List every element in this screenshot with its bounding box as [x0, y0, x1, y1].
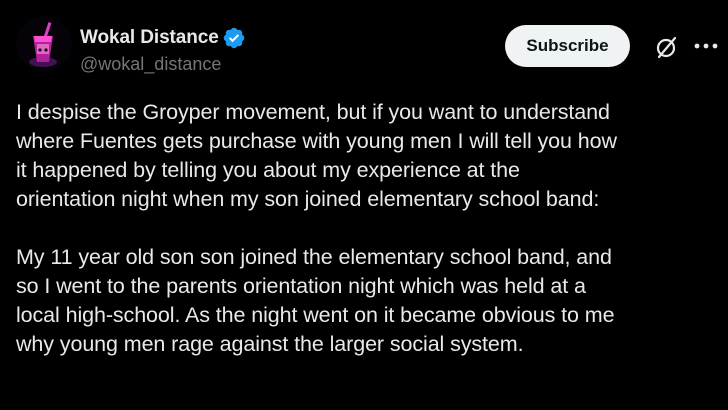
- grok-icon[interactable]: [653, 33, 681, 61]
- tweet-text: I despise the Groyper movement, but if y…: [16, 98, 716, 388]
- avatar[interactable]: [16, 16, 72, 72]
- verified-badge-icon[interactable]: [222, 26, 246, 50]
- more-horizontal-icon[interactable]: [692, 36, 720, 56]
- tweet-header: Wokal Distance @wokal_distance Subscribe: [16, 16, 718, 76]
- avatar-image: [16, 16, 72, 72]
- author-handle[interactable]: @wokal_distance: [80, 54, 246, 75]
- name-row: Wokal Distance: [80, 26, 246, 50]
- author-identity: Wokal Distance @wokal_distance: [80, 26, 246, 75]
- tweet-paragraph: My 11 year old son son joined the elemen…: [16, 245, 615, 356]
- subscribe-button[interactable]: Subscribe: [505, 25, 630, 67]
- author-display-name[interactable]: Wokal Distance: [80, 27, 219, 49]
- tweet-paragraph: I despise the Groyper movement, but if y…: [16, 100, 617, 211]
